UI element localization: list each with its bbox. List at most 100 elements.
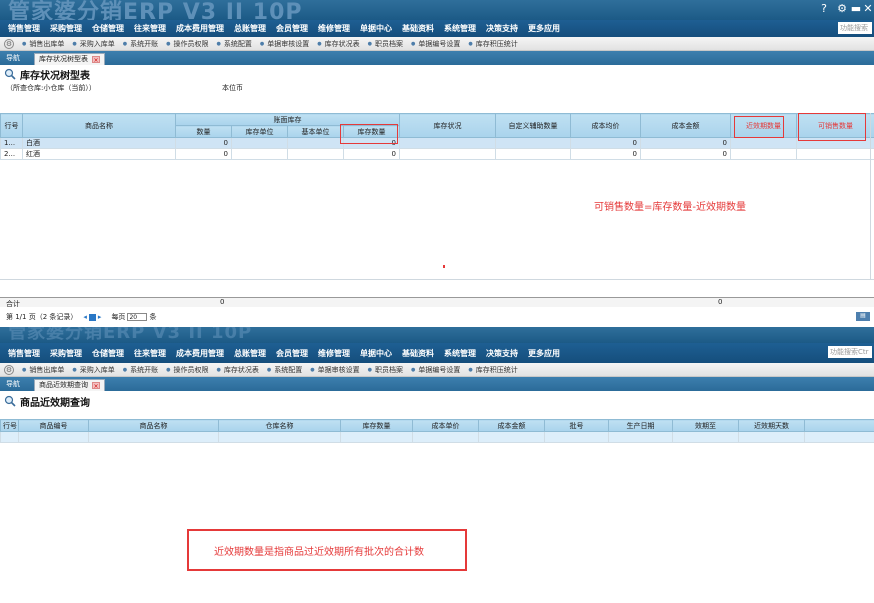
col-header[interactable]: 成本单价: [412, 419, 479, 432]
menu-item-2[interactable]: 销售管理: [8, 348, 40, 359]
menu-item-2[interactable]: 总账管理: [234, 348, 266, 359]
cell-qty: 0: [175, 148, 232, 160]
col-header[interactable]: 商品名称: [88, 419, 219, 432]
menu-item-2[interactable]: 单据中心: [360, 348, 392, 359]
menu-item-2[interactable]: 会员管理: [276, 348, 308, 359]
quick-link[interactable]: 销售出库单: [22, 39, 64, 49]
quick-link[interactable]: 单据编号设置: [411, 39, 460, 49]
quick-link[interactable]: 库存积压统计: [468, 365, 518, 375]
first-page-icon[interactable]: ◂: [83, 313, 87, 321]
next-page-icon[interactable]: ▸: [98, 313, 102, 321]
menu-item-2[interactable]: 维修管理: [318, 348, 350, 359]
col-base-unit[interactable]: 基本单位: [287, 125, 344, 138]
function-search-input-2[interactable]: 功能搜索Ctr: [828, 346, 872, 358]
cell-avg-cost: 0: [570, 137, 641, 149]
cell-product-name: 红酒: [22, 148, 176, 160]
close-icon[interactable]: ✕: [862, 3, 874, 15]
close-tab-icon-2[interactable]: ×: [92, 382, 100, 390]
minimize-icon[interactable]: ▬: [850, 3, 862, 15]
help-icon[interactable]: ?: [818, 3, 830, 15]
menu-item-2[interactable]: 往来管理: [134, 348, 166, 359]
table-row[interactable]: [0, 431, 874, 443]
settings-icon[interactable]: ⚙: [836, 3, 848, 15]
empty-cell: [608, 431, 673, 443]
col-header[interactable]: 库存数量: [340, 419, 413, 432]
export-icon[interactable]: ▤: [856, 312, 870, 321]
empty-cell: [340, 431, 413, 443]
menu-item-2[interactable]: 决策支持: [486, 348, 518, 359]
nav-toggle-2[interactable]: 导航: [2, 377, 34, 391]
near-expiry-note: 近效期数量是指商品过近效期所有批次的合计数: [214, 547, 424, 558]
quick-settings-icon[interactable]: ⚙: [4, 38, 14, 49]
col-header[interactable]: 商品编号: [18, 419, 89, 432]
col-stock-unit[interactable]: 库存单位: [231, 125, 288, 138]
quick-link[interactable]: 采购入库单: [72, 365, 115, 375]
nav-toggle[interactable]: 导航: [2, 51, 34, 65]
menu-item[interactable]: 更多应用: [528, 23, 560, 34]
menu-item[interactable]: 销售管理: [8, 23, 40, 34]
quick-link[interactable]: 库存积压统计: [468, 39, 518, 49]
cell-stock-unit: [231, 137, 288, 149]
menu-item[interactable]: 往来管理: [134, 23, 166, 34]
quick-link[interactable]: 库存状况表: [217, 365, 259, 375]
quick-link[interactable]: 系统开账: [123, 39, 158, 49]
menu-item-2[interactable]: 基础资料: [402, 348, 434, 359]
table-row[interactable]: 2... 红酒 0 0 0 0: [0, 148, 874, 160]
page-button[interactable]: [88, 313, 96, 321]
summary-amount: 0: [718, 298, 723, 306]
menu-item[interactable]: 单据中心: [360, 23, 392, 34]
col-product-name[interactable]: 商品名称: [22, 113, 176, 138]
menu-item-2[interactable]: 系统管理: [444, 348, 476, 359]
menu-item[interactable]: 成本费用管理: [176, 23, 224, 34]
quick-link[interactable]: 职员档案: [368, 39, 403, 49]
menu-item-2[interactable]: 采购管理: [50, 348, 82, 359]
col-header[interactable]: 批号: [544, 419, 609, 432]
quick-link[interactable]: 采购入库单: [72, 39, 115, 49]
menu-item-2[interactable]: 成本费用管理: [176, 348, 224, 359]
menu-item[interactable]: 采购管理: [50, 23, 82, 34]
quick-settings-icon-2[interactable]: ⚙: [4, 364, 14, 375]
col-header[interactable]: 成本金额: [478, 419, 545, 432]
empty-cell: [412, 431, 479, 443]
col-qty[interactable]: 数量: [175, 125, 232, 138]
col-avg-cost[interactable]: 成本均价: [570, 113, 641, 138]
quick-link[interactable]: 操作员权限: [166, 365, 209, 375]
quick-link[interactable]: 操作员权限: [166, 39, 209, 49]
menu-item[interactable]: 基础资料: [402, 23, 434, 34]
menu-item[interactable]: 总账管理: [234, 23, 266, 34]
tab-stock-status-tree[interactable]: 库存状况树型表 ×: [34, 53, 105, 65]
col-row-no[interactable]: 行号: [0, 113, 23, 138]
menu-item[interactable]: 决策支持: [486, 23, 518, 34]
menu-item[interactable]: 维修管理: [318, 23, 350, 34]
quick-link[interactable]: 单据编号设置: [411, 365, 460, 375]
col-header[interactable]: 行号: [0, 419, 19, 432]
quick-link[interactable]: 系统配置: [217, 39, 252, 49]
quick-link[interactable]: 职员档案: [368, 365, 403, 375]
col-aux-qty[interactable]: 自定义辅助数量: [495, 113, 571, 138]
col-cost-amount[interactable]: 成本金额: [640, 113, 731, 138]
quick-link[interactable]: 系统开账: [123, 365, 158, 375]
menu-item-2[interactable]: 仓储管理: [92, 348, 124, 359]
quick-link[interactable]: 库存状况表: [317, 39, 360, 49]
tab-near-expiry-query[interactable]: 商品近效期查询 ×: [34, 379, 105, 391]
table-row[interactable]: 1... 白酒 0 0 0 0: [0, 137, 874, 149]
menu-item[interactable]: 系统管理: [444, 23, 476, 34]
quick-link[interactable]: 系统配置: [267, 365, 302, 375]
menu-item[interactable]: 仓储管理: [92, 23, 124, 34]
quick-link[interactable]: 单据审核设置: [260, 39, 309, 49]
menu-item[interactable]: 会员管理: [276, 23, 308, 34]
cell-near-expiry-qty: [730, 137, 797, 149]
col-header[interactable]: 生产日期: [608, 419, 673, 432]
quick-link[interactable]: 单据审核设置: [310, 365, 360, 375]
col-header[interactable]: 近效期天数: [738, 419, 805, 432]
function-search-input[interactable]: 功能搜索: [838, 22, 872, 34]
col-header[interactable]: 仓库名称: [218, 419, 341, 432]
menu-item-2[interactable]: 更多应用: [528, 348, 560, 359]
close-tab-icon[interactable]: ×: [92, 56, 100, 64]
quick-link[interactable]: 销售出库单: [22, 365, 64, 375]
col-stock-status[interactable]: 库存状况: [399, 113, 496, 138]
currency-label: 本位币: [222, 84, 243, 92]
cell-base-unit: [287, 148, 344, 160]
col-header[interactable]: 效期至: [672, 419, 739, 432]
per-page-input[interactable]: 20: [127, 313, 148, 321]
